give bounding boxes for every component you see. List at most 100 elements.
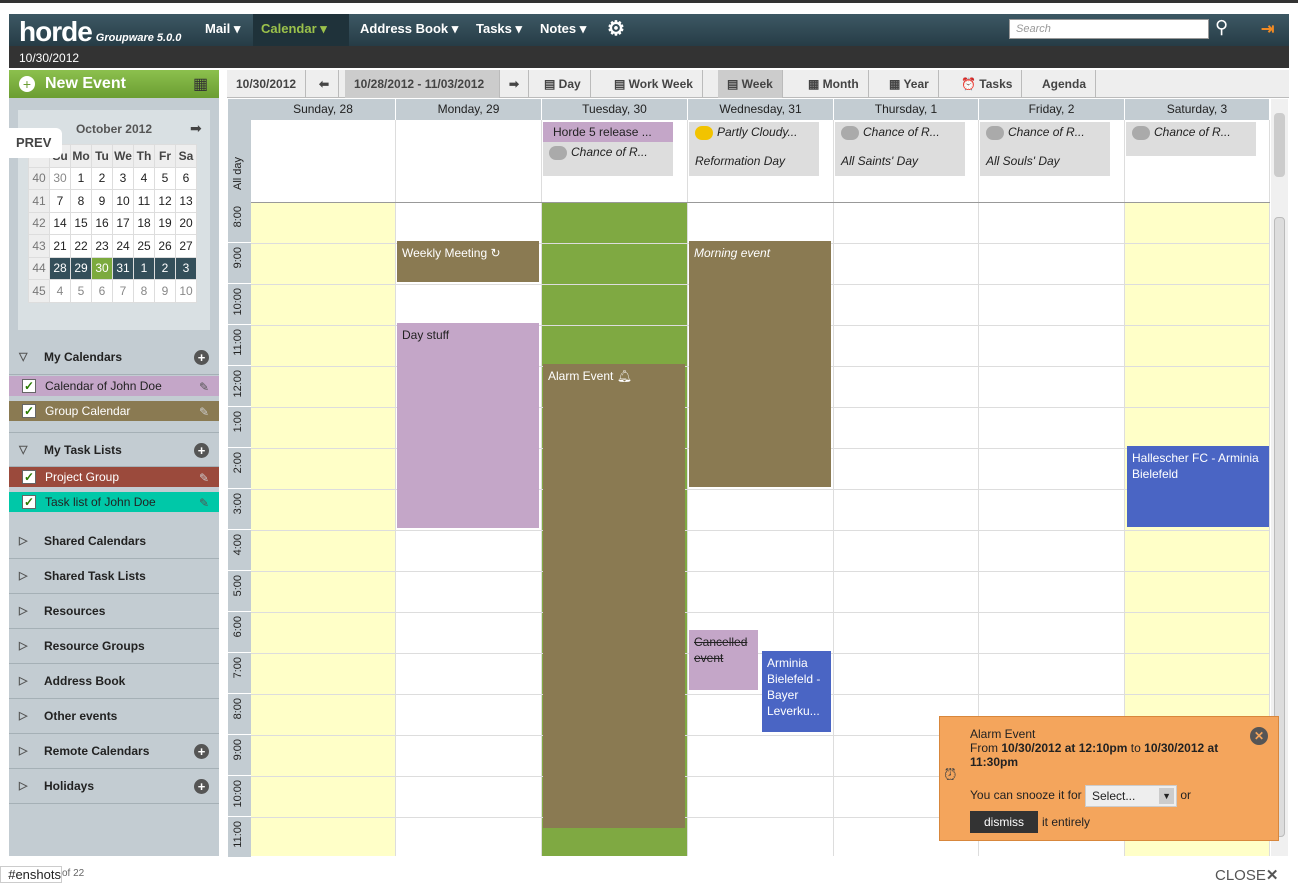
day-cell[interactable]: 22 — [70, 234, 92, 258]
day-header[interactable]: Friday, 2 — [979, 99, 1125, 120]
week-number[interactable]: 41 — [28, 189, 50, 213]
event-arminia-bayer[interactable]: Arminia Bielefeld - Bayer Leverku... — [762, 651, 831, 732]
day-cell[interactable]: 25 — [133, 234, 155, 258]
day-cell[interactable]: 12 — [154, 189, 176, 213]
day-cell[interactable]: 21 — [49, 234, 71, 258]
edit-icon[interactable]: ✎ — [199, 402, 209, 422]
day-cell[interactable]: 30 — [49, 166, 71, 190]
day-cell[interactable]: 28 — [49, 256, 71, 280]
checkbox[interactable]: ✓ — [22, 495, 36, 509]
event-day-stuff[interactable]: Day stuff — [397, 323, 539, 528]
day-cell[interactable]: 11 — [133, 189, 155, 213]
allday-wednesday[interactable]: Partly Cloudy... Reformation Day — [689, 122, 819, 176]
weather-tuesday[interactable]: Chance of R... — [543, 142, 673, 176]
menu-calendar[interactable]: Calendar ▾ — [253, 14, 349, 46]
day-cell[interactable]: 5 — [154, 166, 176, 190]
search-icon[interactable]: ⚲ — [1215, 17, 1228, 38]
day-cell[interactable]: 2 — [154, 256, 176, 280]
calendar-john-doe[interactable]: ✓ Calendar of John Doe ✎ — [9, 376, 219, 396]
previous-arrow-icon[interactable]: ⬅ — [310, 70, 340, 98]
menu-tasks[interactable]: Tasks ▾ — [468, 14, 530, 46]
gear-icon[interactable]: ⚙ — [599, 14, 633, 46]
tasklist-project-group[interactable]: ✓ Project Group ✎ — [9, 467, 219, 487]
day-cell[interactable]: 31 — [112, 256, 134, 280]
day-cell[interactable]: 15 — [70, 211, 92, 235]
edit-icon[interactable]: ✎ — [199, 377, 209, 397]
day-cell[interactable]: 1 — [70, 166, 92, 190]
close-button[interactable]: CLOSE✕ — [1215, 866, 1278, 884]
section-my-calendars[interactable]: ▽ My Calendars + — [9, 340, 219, 375]
week-number[interactable]: 40 — [28, 166, 50, 190]
day-cell[interactable]: 24 — [112, 234, 134, 258]
day-header[interactable]: Thursday, 1 — [834, 99, 979, 120]
view-work-week[interactable]: ▤ Work Week — [605, 70, 703, 98]
day-cell[interactable]: 9 — [91, 189, 113, 213]
menu-notes[interactable]: Notes ▾ — [532, 14, 594, 46]
day-cell[interactable]: 5 — [70, 279, 92, 303]
day-cell[interactable]: 9 — [154, 279, 176, 303]
week-number[interactable]: 44 — [28, 256, 50, 280]
day-header[interactable]: Monday, 29 — [396, 99, 542, 120]
section-item[interactable]: ▷ Resource Groups — [9, 629, 219, 664]
event-hallescher[interactable]: Hallescher FC - Arminia Bielefeld — [1127, 446, 1269, 527]
new-event-button[interactable]: New Event — [9, 70, 219, 98]
view-agenda[interactable]: Agenda — [1033, 70, 1097, 98]
day-cell[interactable]: 3 — [175, 256, 197, 280]
add-tasklist-icon[interactable]: + — [194, 443, 209, 458]
event-morning[interactable]: Morning event — [689, 241, 831, 487]
day-cell[interactable]: 3 — [112, 166, 134, 190]
day-column[interactable] — [396, 202, 542, 856]
checkbox[interactable]: ✓ — [22, 404, 36, 418]
calendar-group[interactable]: ✓ Group Calendar ✎ — [9, 401, 219, 421]
day-cell[interactable]: 26 — [154, 234, 176, 258]
dismiss-button[interactable]: dismiss — [970, 811, 1039, 833]
day-header[interactable]: Wednesday, 31 — [688, 99, 834, 120]
day-cell[interactable]: 8 — [133, 279, 155, 303]
section-item[interactable]: ▷ Shared Task Lists — [9, 559, 219, 594]
calendar-icon[interactable]: ▦ — [193, 74, 208, 94]
view-month[interactable]: ▦ Month — [799, 70, 869, 98]
day-cell[interactable]: 23 — [91, 234, 113, 258]
day-cell[interactable]: 17 — [112, 211, 134, 235]
day-column[interactable] — [251, 202, 396, 856]
view-tasks[interactable]: ⏰ Tasks — [952, 70, 1023, 98]
week-number[interactable]: 42 — [28, 211, 50, 235]
day-cell[interactable]: 18 — [133, 211, 155, 235]
section-item[interactable]: ▷ Shared Calendars — [9, 524, 219, 559]
section-item[interactable]: ▷ Resources — [9, 594, 219, 629]
allday-thursday[interactable]: Chance of R... All Saints' Day — [835, 122, 965, 176]
day-header[interactable]: Sunday, 28 — [251, 99, 396, 120]
add-calendar-icon[interactable]: + — [194, 350, 209, 365]
checkbox[interactable]: ✓ — [22, 379, 36, 393]
allday-scroll-thumb[interactable] — [1274, 113, 1285, 177]
day-cell[interactable]: 8 — [70, 189, 92, 213]
view-day[interactable]: ▤ Day — [535, 70, 591, 98]
weather-saturday[interactable]: Chance of R... — [1126, 122, 1256, 156]
menu-mail[interactable]: Mail ▾ — [197, 14, 248, 46]
view-week[interactable]: ▤ Week — [718, 70, 783, 98]
week-number[interactable]: 45 — [28, 279, 50, 303]
day-cell[interactable]: 4 — [133, 166, 155, 190]
day-cell[interactable]: 30 — [91, 256, 113, 280]
next-month-arrow-icon[interactable]: ➡ — [190, 120, 202, 137]
event-weekly-meeting[interactable]: Weekly Meeting ↻ — [397, 241, 539, 282]
day-cell[interactable]: 10 — [112, 189, 134, 213]
day-header[interactable]: Saturday, 3 — [1125, 99, 1270, 120]
allday-event-horde-release[interactable]: Horde 5 release ... — [543, 122, 673, 142]
day-cell[interactable]: 7 — [112, 279, 134, 303]
day-cell[interactable]: 7 — [49, 189, 71, 213]
checkbox[interactable]: ✓ — [22, 470, 36, 484]
day-cell[interactable]: 4 — [49, 279, 71, 303]
event-cancelled[interactable]: Cancelled event — [689, 630, 758, 690]
screenshots-tab[interactable]: enshots# — [0, 866, 62, 883]
logout-icon[interactable]: ⇥ — [1261, 19, 1274, 39]
day-cell[interactable]: 20 — [175, 211, 197, 235]
edit-icon[interactable]: ✎ — [199, 493, 209, 513]
edit-icon[interactable]: ✎ — [199, 468, 209, 488]
day-cell[interactable]: 29 — [70, 256, 92, 280]
next-arrow-icon[interactable]: ➡ — [500, 70, 530, 98]
section-item[interactable]: ▷ Remote Calendars + — [9, 734, 219, 769]
event-alarm[interactable]: Alarm Event 🔔︎ — [543, 364, 685, 828]
menu-address-book[interactable]: Address Book ▾ — [352, 14, 466, 46]
add-icon[interactable]: + — [194, 744, 209, 759]
